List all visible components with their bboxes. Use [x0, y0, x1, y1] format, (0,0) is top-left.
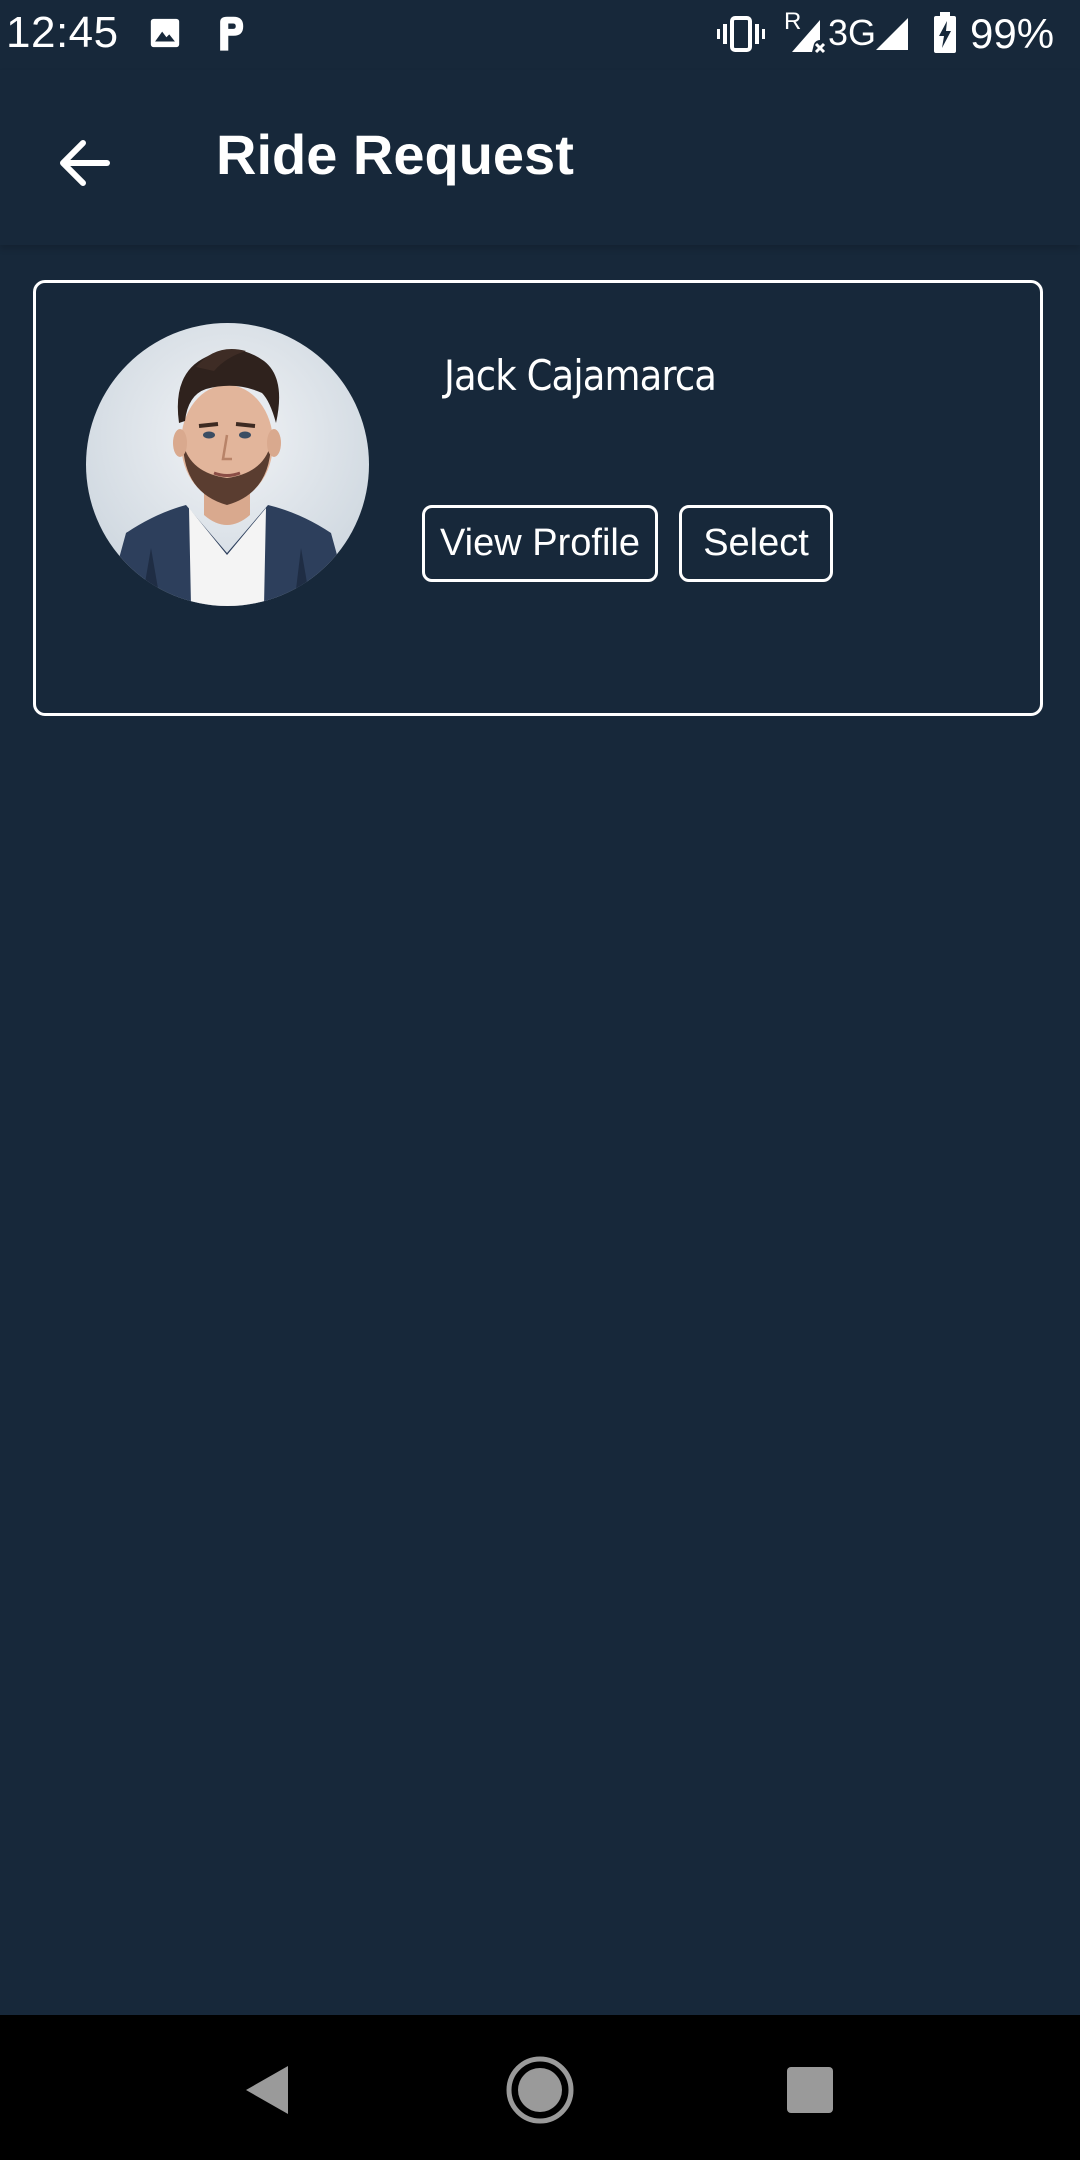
home-circle-icon	[505, 2055, 575, 2125]
select-button[interactable]: Select	[679, 505, 833, 582]
battery-level: 99%	[970, 10, 1055, 57]
system-navigation-bar	[0, 2015, 1080, 2160]
signal-no-data-icon	[790, 16, 830, 56]
driver-name: Jack Cajamarca	[444, 351, 717, 400]
recents-square-icon	[785, 2065, 835, 2115]
battery-charging-icon	[932, 12, 958, 54]
driver-avatar	[86, 323, 369, 606]
signal-icon	[874, 16, 910, 52]
nav-home-button[interactable]	[495, 2045, 585, 2135]
page-title: Ride Request	[216, 123, 574, 186]
app-bar: Ride Request	[0, 70, 1080, 245]
back-button[interactable]	[40, 118, 130, 208]
status-bar: 12:45 R 3G 99%	[0, 0, 1080, 70]
driver-request-card: Jack Cajamarca View Profile Select	[33, 280, 1043, 716]
view-profile-button[interactable]: View Profile	[422, 505, 658, 582]
image-icon	[148, 16, 182, 50]
ride-request-screen: 12:45 R 3G 99% Ride Request Jack Cajamar…	[0, 0, 1080, 2160]
nav-back-button[interactable]	[222, 2045, 312, 2135]
back-triangle-icon	[242, 2062, 292, 2118]
parking-app-icon	[214, 14, 248, 52]
vibrate-icon	[716, 14, 766, 54]
arrow-left-icon	[57, 138, 113, 188]
network-type: 3G	[828, 12, 877, 53]
status-time: 12:45	[6, 8, 119, 57]
nav-recents-button[interactable]	[765, 2045, 855, 2135]
